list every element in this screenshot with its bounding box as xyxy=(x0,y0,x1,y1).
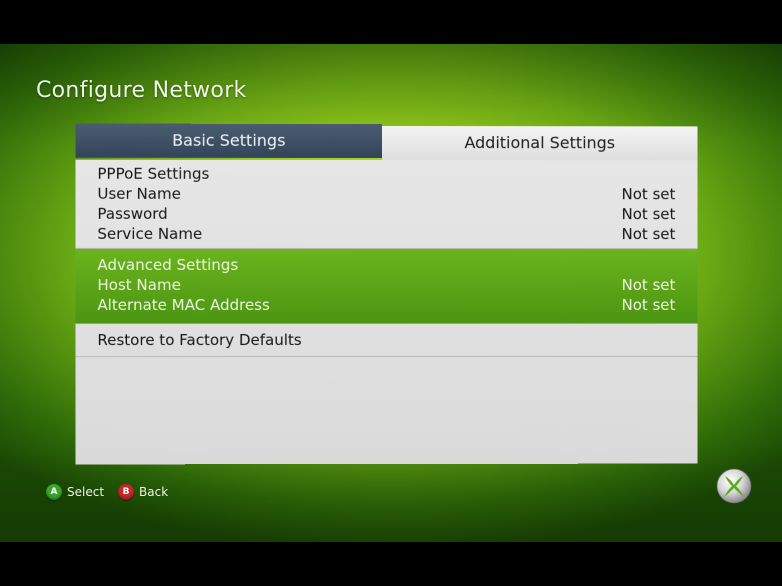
service-name-label: Service Name xyxy=(97,224,203,243)
back-hint-label: Back xyxy=(139,485,169,499)
list-item: Service Name Not set xyxy=(97,224,675,244)
a-button-icon: A xyxy=(46,484,62,500)
host-name-label: Host Name xyxy=(97,275,181,294)
back-hint[interactable]: B Back xyxy=(118,484,168,500)
tv-screen: Configure Network Basic Settings Additio… xyxy=(0,44,782,542)
settings-list: PPPoE Settings User Name Not set Passwor… xyxy=(75,159,698,465)
pppoe-heading: PPPoE Settings xyxy=(97,164,210,183)
password-value: Not set xyxy=(621,205,676,224)
user-name-label: User Name xyxy=(97,184,181,203)
select-hint[interactable]: A Select xyxy=(46,484,104,500)
alternate-mac-label: Alternate MAC Address xyxy=(97,296,270,315)
list-item: User Name Not set xyxy=(97,184,675,204)
factory-row: Restore to Factory Defaults xyxy=(97,330,675,350)
button-hints: A Select B Back xyxy=(46,484,182,500)
pppoe-heading-row: PPPoE Settings xyxy=(97,164,675,185)
page-title: Configure Network xyxy=(36,78,247,103)
restore-factory-defaults-item[interactable]: Restore to Factory Defaults xyxy=(75,323,698,358)
settings-panel: Basic Settings Additional Settings PPPoE… xyxy=(75,123,698,465)
service-name-value: Not set xyxy=(621,225,676,244)
host-name-value: Not set xyxy=(621,276,676,294)
advanced-settings-group[interactable]: Advanced Settings Host Name Not set Alte… xyxy=(75,248,698,325)
b-button-icon: B xyxy=(118,484,135,500)
advanced-heading-row: Advanced Settings xyxy=(97,255,675,275)
list-item: Alternate MAC Address Not set xyxy=(97,295,675,315)
alternate-mac-value: Not set xyxy=(621,295,676,314)
pppoe-settings-group[interactable]: PPPoE Settings User Name Not set Passwor… xyxy=(75,159,698,250)
list-item: Host Name Not set xyxy=(97,275,675,295)
list-item: Password Not set xyxy=(97,204,675,224)
tab-additional-settings[interactable]: Additional Settings xyxy=(382,125,698,161)
xbox-logo-icon xyxy=(716,468,752,504)
tab-basic-settings[interactable]: Basic Settings xyxy=(75,123,383,158)
password-label: Password xyxy=(97,204,168,223)
tab-bar: Basic Settings Additional Settings xyxy=(75,123,698,161)
select-hint-label: Select xyxy=(67,485,105,499)
restore-factory-defaults-label: Restore to Factory Defaults xyxy=(97,331,302,350)
user-name-value: Not set xyxy=(621,185,676,204)
advanced-heading: Advanced Settings xyxy=(97,255,239,274)
